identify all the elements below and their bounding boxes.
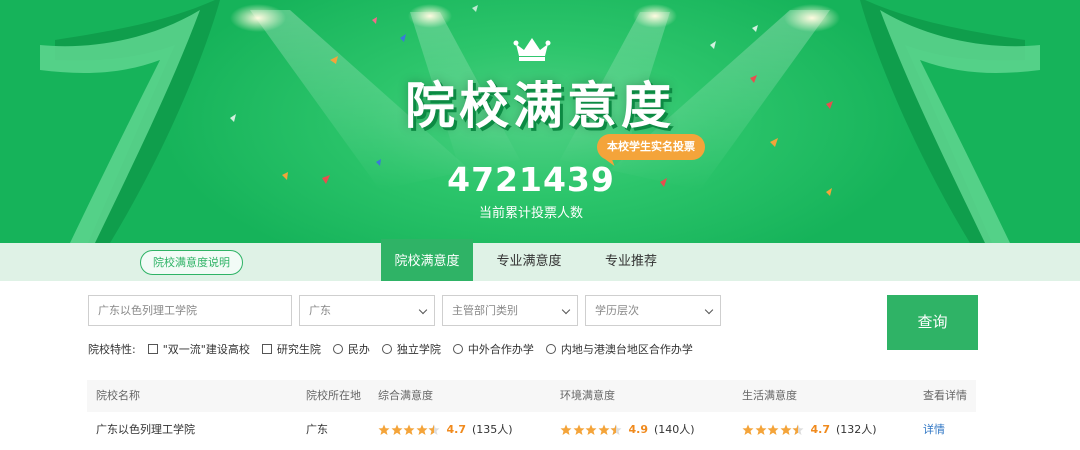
star-icon [780,424,791,435]
radio-label: 独立学院 [396,343,441,356]
star-rating [560,424,623,436]
school-name-cell: 广东以色列理工学院 [96,423,195,436]
graduate-school-checkbox[interactable]: 研究生院 [261,341,321,357]
independent-college-radio[interactable]: 独立学院 [381,341,441,357]
detail-link[interactable]: 详情 [923,414,945,446]
sino-foreign-radio[interactable]: 中外合作办学 [452,341,534,357]
query-button[interactable]: 查询 [887,295,978,350]
hk-macao-taiwan-radio[interactable]: 内地与港澳台地区合作办学 [545,341,693,357]
radio-icon [545,344,556,354]
radio-icon [381,344,392,354]
overall-vote-count: (135人) [472,423,513,436]
overall-score: 4.7 [446,423,467,436]
star-icon [573,424,584,435]
checkbox-label: 研究生院 [276,343,321,356]
tab-major-satisfaction[interactable]: 专业满意度 [483,243,575,281]
star-icon [378,424,390,435]
private-radio[interactable]: 民办 [332,341,370,357]
star-icon [755,424,766,435]
satisfaction-explanation-button[interactable]: 院校满意度说明 [140,250,243,275]
features-label: 院校特性: [88,343,136,356]
chevron-down-icon [561,305,571,315]
star-icon [598,424,609,435]
environment-satisfaction-cell: 4.9 (140人) [560,414,695,446]
radio-icon [452,344,463,354]
environment-vote-count: (140人) [654,423,695,436]
star-icon [391,424,402,435]
star-icon [403,424,415,435]
radio-label: 民办 [347,343,370,356]
column-header: 院校所在地 [306,389,361,402]
star-rating [378,424,441,436]
column-header: 院校名称 [96,389,140,402]
radio-label: 内地与港澳台地区合作办学 [560,343,693,356]
star-icon [767,424,779,435]
tab-major-recommendation[interactable]: 专业推荐 [585,243,677,281]
school-name-input[interactable]: 广东以色列理工学院 [88,295,292,326]
table-row: 广东以色列理工学院 广东 4.7 (135人) 4.9 (140人) 4.7 (… [87,414,976,446]
star-icon [742,424,754,435]
chevron-down-icon [418,305,428,315]
half-star-icon [428,424,440,435]
star-rating [742,424,805,436]
tab-bar: 院校满意度说明 院校满意度 专业满意度 专业推荐 [0,239,1080,281]
column-header: 综合满意度 [378,389,433,402]
department-select[interactable]: 主管部门类别 [442,295,578,326]
chevron-down-icon [704,305,714,315]
life-score: 4.7 [810,423,831,436]
checkbox-icon [261,344,272,354]
banner-title: 院校满意度 [405,77,675,135]
life-vote-count: (132人) [836,423,877,436]
province-select-value: 广东 [309,304,331,317]
school-name-input-value: 广东以色列理工学院 [98,304,197,317]
life-satisfaction-cell: 4.7 (132人) [742,414,877,446]
school-features-filter: 院校特性: "双一流"建设高校 研究生院 民办 独立学院 中外合作办学 内地与港… [88,341,705,357]
education-level-select-value: 学历层次 [595,304,639,317]
tab-school-satisfaction[interactable]: 院校满意度 [381,239,473,281]
overall-satisfaction-cell: 4.7 (135人) [378,414,513,446]
star-icon [560,424,572,435]
banner: 院校满意度 本校学生实名投票 4721439 当前累计投票人数 [0,0,1080,243]
province-select[interactable]: 广东 [299,295,435,326]
radio-icon [332,344,343,354]
vote-count-label: 当前累计投票人数 [478,206,583,221]
department-select-value: 主管部门类别 [452,304,518,317]
checkbox-icon [147,344,158,354]
column-header: 生活满意度 [742,389,797,402]
column-header: 环境满意度 [560,389,615,402]
radio-label: 中外合作办学 [467,343,534,356]
vote-count: 4721439 [447,160,615,199]
location-cell: 广东 [306,423,328,436]
star-icon [416,424,427,435]
real-name-vote-badge: 本校学生实名投票 [597,134,705,160]
education-level-select[interactable]: 学历层次 [585,295,721,326]
column-header: 查看详情 [923,389,967,402]
checkbox-label: "双一流"建设高校 [162,343,250,356]
star-icon [585,424,597,435]
table-header: 院校名称 院校所在地 综合满意度 环境满意度 生活满意度 查看详情 [87,380,976,412]
half-star-icon [792,424,804,435]
double-first-class-checkbox[interactable]: "双一流"建设高校 [147,341,250,357]
half-star-icon [610,424,622,435]
crown-icon [513,38,551,61]
environment-score: 4.9 [628,423,649,436]
